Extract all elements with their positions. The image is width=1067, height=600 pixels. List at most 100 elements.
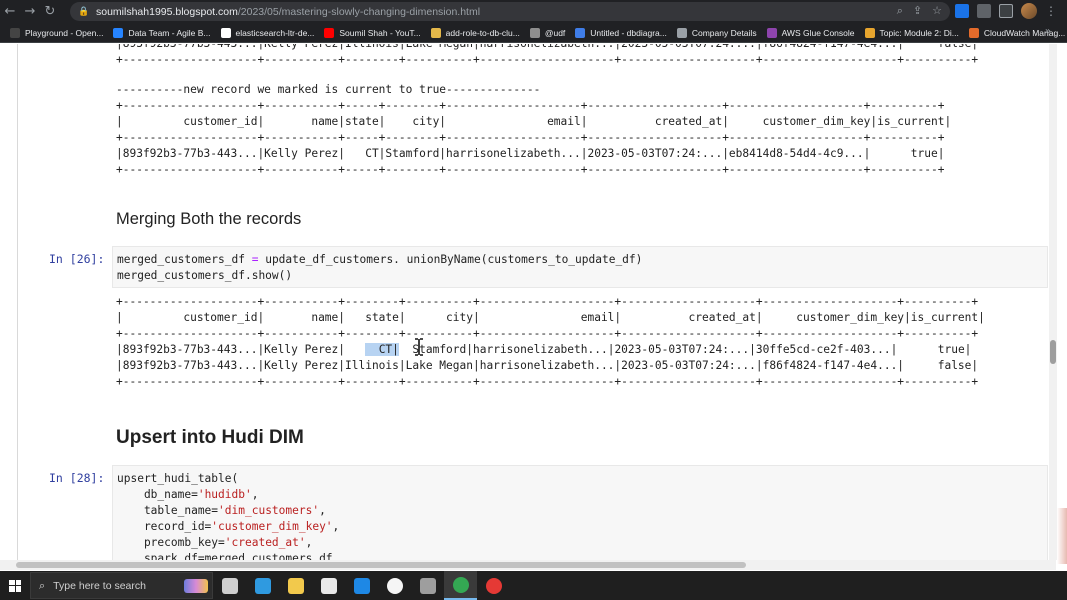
bookmark-favicon-icon: [766, 27, 777, 38]
back-icon[interactable]: ←: [0, 0, 20, 23]
app-icon: [386, 577, 403, 594]
bookmark-star-icon[interactable]: ☆: [932, 4, 942, 18]
menu-icon[interactable]: ⋮: [1045, 4, 1057, 18]
bookmark-item[interactable]: elasticsearch-ltr-de...: [220, 27, 315, 38]
code-arg-key: db_name=: [117, 488, 198, 501]
code-line: merged_customers_df = update_df_customer…: [113, 252, 1047, 268]
text-cursor-icon: [415, 338, 423, 356]
taskbar-app-button[interactable]: [213, 571, 246, 600]
reload-icon[interactable]: ↻: [40, 0, 60, 23]
taskbar-app-button[interactable]: [312, 571, 345, 600]
zoom-icon[interactable]: ⌕: [897, 4, 903, 18]
taskbar-app-button[interactable]: [246, 571, 279, 600]
bookmark-label: elasticsearch-ltr-de...: [235, 27, 315, 38]
task-view-icon: [221, 577, 238, 594]
section-heading: Merging Both the records: [116, 210, 302, 228]
code-arg-value: 'customer_dim_key': [211, 520, 333, 533]
bookmark-favicon-icon: [220, 27, 231, 38]
scroll-thumb[interactable]: [16, 562, 746, 568]
table-border: +--------------------+-----------+------…: [116, 295, 979, 308]
code-arg-value: 'created_at': [224, 536, 306, 549]
bookmark-favicon-icon: [676, 27, 687, 38]
selected-text[interactable]: CT|: [365, 343, 399, 356]
profile-avatar[interactable]: [1021, 3, 1037, 19]
sidepanel-icon[interactable]: [999, 4, 1013, 18]
horizontal-scrollbar[interactable]: [0, 560, 1056, 570]
code-arg-value: 'hudidb': [197, 488, 252, 501]
address-bar[interactable]: 🔒 soumilshah1995.blogspot.com /2023/05/m…: [70, 2, 950, 21]
code-punct: ,: [332, 520, 340, 533]
scroll-thumb[interactable]: [1050, 340, 1056, 364]
windows-icon: [9, 579, 21, 592]
bookmark-favicon-icon: [575, 27, 586, 38]
bookmark-item[interactable]: Company Details: [676, 27, 757, 38]
bookmark-label: CloudWatch Manag...: [983, 27, 1066, 38]
code-cell[interactable]: upsert_hudi_table( db_name='hudidb', tab…: [112, 465, 1048, 565]
bookmark-label: Topic: Module 2: Di...: [879, 27, 959, 38]
bookmark-item[interactable]: Soumil Shah - YouT...: [324, 27, 421, 38]
browser-toolbar: ← → ↻ 🔒 soumilshah1995.blogspot.com /202…: [0, 0, 1067, 23]
chrome-icon: [452, 576, 469, 593]
share-icon[interactable]: ⇪: [913, 4, 922, 18]
code-line: merged_customers_df.show(): [117, 269, 293, 282]
file-explorer-icon: [287, 577, 304, 594]
cell-prompt: In [26]:: [49, 252, 105, 266]
bookmark-favicon-icon: [430, 27, 441, 38]
lock-icon: 🔒: [78, 6, 90, 17]
bookmark-item[interactable]: add-role-to-db-clu...: [430, 27, 520, 38]
forward-icon[interactable]: →: [20, 0, 40, 23]
search-icon: ⌕: [39, 578, 46, 592]
taskbar-app-button[interactable]: [444, 571, 477, 600]
code-arg-key: precomb_key=: [117, 536, 225, 549]
table-row: |893f92b3-77b3-443...|Kelly Perez| CT|St…: [116, 147, 945, 160]
taskbar-app-button[interactable]: [378, 571, 411, 600]
edge-icon: [254, 577, 271, 594]
code-line: db_name='hudidb',: [113, 487, 1047, 503]
terminal-icon: [419, 577, 436, 594]
code-punct: ,: [319, 504, 326, 517]
extension-icon[interactable]: [955, 4, 969, 18]
code-expr: update_df_customers. unionByName(custome…: [265, 253, 643, 266]
search-placeholder: Type here to search: [53, 579, 146, 592]
taskbar-app-button[interactable]: [345, 571, 378, 600]
taskbar: ⌕ Type here to search: [0, 571, 1067, 600]
bookmark-label: AWS Glue Console: [781, 27, 855, 38]
taskbar-app-button[interactable]: [279, 571, 312, 600]
bookmark-item[interactable]: Playground - Open...: [10, 27, 104, 38]
bookmark-item[interactable]: @udf: [529, 27, 565, 38]
puzzle-icon[interactable]: [977, 4, 991, 18]
code-line: upsert_hudi_table(: [117, 472, 239, 485]
code-operator: =: [244, 253, 266, 266]
row-text: |893f92b3-77b3-443...|Kelly Perez|: [116, 343, 366, 356]
search-highlight-icon: [184, 578, 208, 593]
table-border: +--------------------+-----------+-----+…: [116, 163, 945, 176]
table-border: +--------------------+-----------+------…: [116, 53, 979, 66]
code-arg-key: table_name=: [117, 504, 219, 517]
code-punct: ,: [305, 536, 313, 549]
taskbar-app-button[interactable]: [411, 571, 444, 600]
start-button[interactable]: [0, 571, 30, 600]
taskbar-app-button[interactable]: [477, 571, 510, 600]
bookmark-item[interactable]: Data Team - Agile B...: [113, 27, 211, 38]
bookmarks-overflow-icon[interactable]: »: [1045, 26, 1051, 37]
bookmark-label: Playground - Open...: [25, 27, 104, 38]
output-row-partial: |893f92b3-77b3-443...|Kelly Perez|Illino…: [116, 44, 978, 52]
bookmark-label: add-role-to-db-clu...: [445, 27, 520, 38]
bookmark-label: Company Details: [691, 27, 757, 38]
bookmark-label: Soumil Shah - YouT...: [339, 27, 421, 38]
bookmark-item[interactable]: Untitled - dbdiagra...: [575, 27, 667, 38]
code-cell[interactable]: merged_customers_df = update_df_customer…: [112, 246, 1048, 288]
bookmark-item[interactable]: Topic: Module 2: Di...: [864, 27, 959, 38]
bookmark-item[interactable]: AWS Glue Console: [766, 27, 855, 38]
bookmark-favicon-icon: [968, 27, 979, 38]
store-icon: [320, 577, 337, 594]
page-border: [17, 44, 18, 564]
code-line: record_id='customer_dim_key',: [113, 519, 1047, 535]
table-header: | customer_id| name|state| city| email| …: [116, 115, 952, 128]
decorative-edge: [1057, 508, 1067, 564]
table-row: |893f92b3-77b3-443...|Kelly Perez| CT| S…: [116, 342, 971, 358]
taskbar-search[interactable]: ⌕ Type here to search: [30, 572, 213, 599]
section-heading: Upsert into Hudi DIM: [116, 427, 304, 448]
screen: ← → ↻ 🔒 soumilshah1995.blogspot.com /202…: [0, 0, 1067, 600]
vertical-scrollbar[interactable]: [1049, 44, 1057, 560]
